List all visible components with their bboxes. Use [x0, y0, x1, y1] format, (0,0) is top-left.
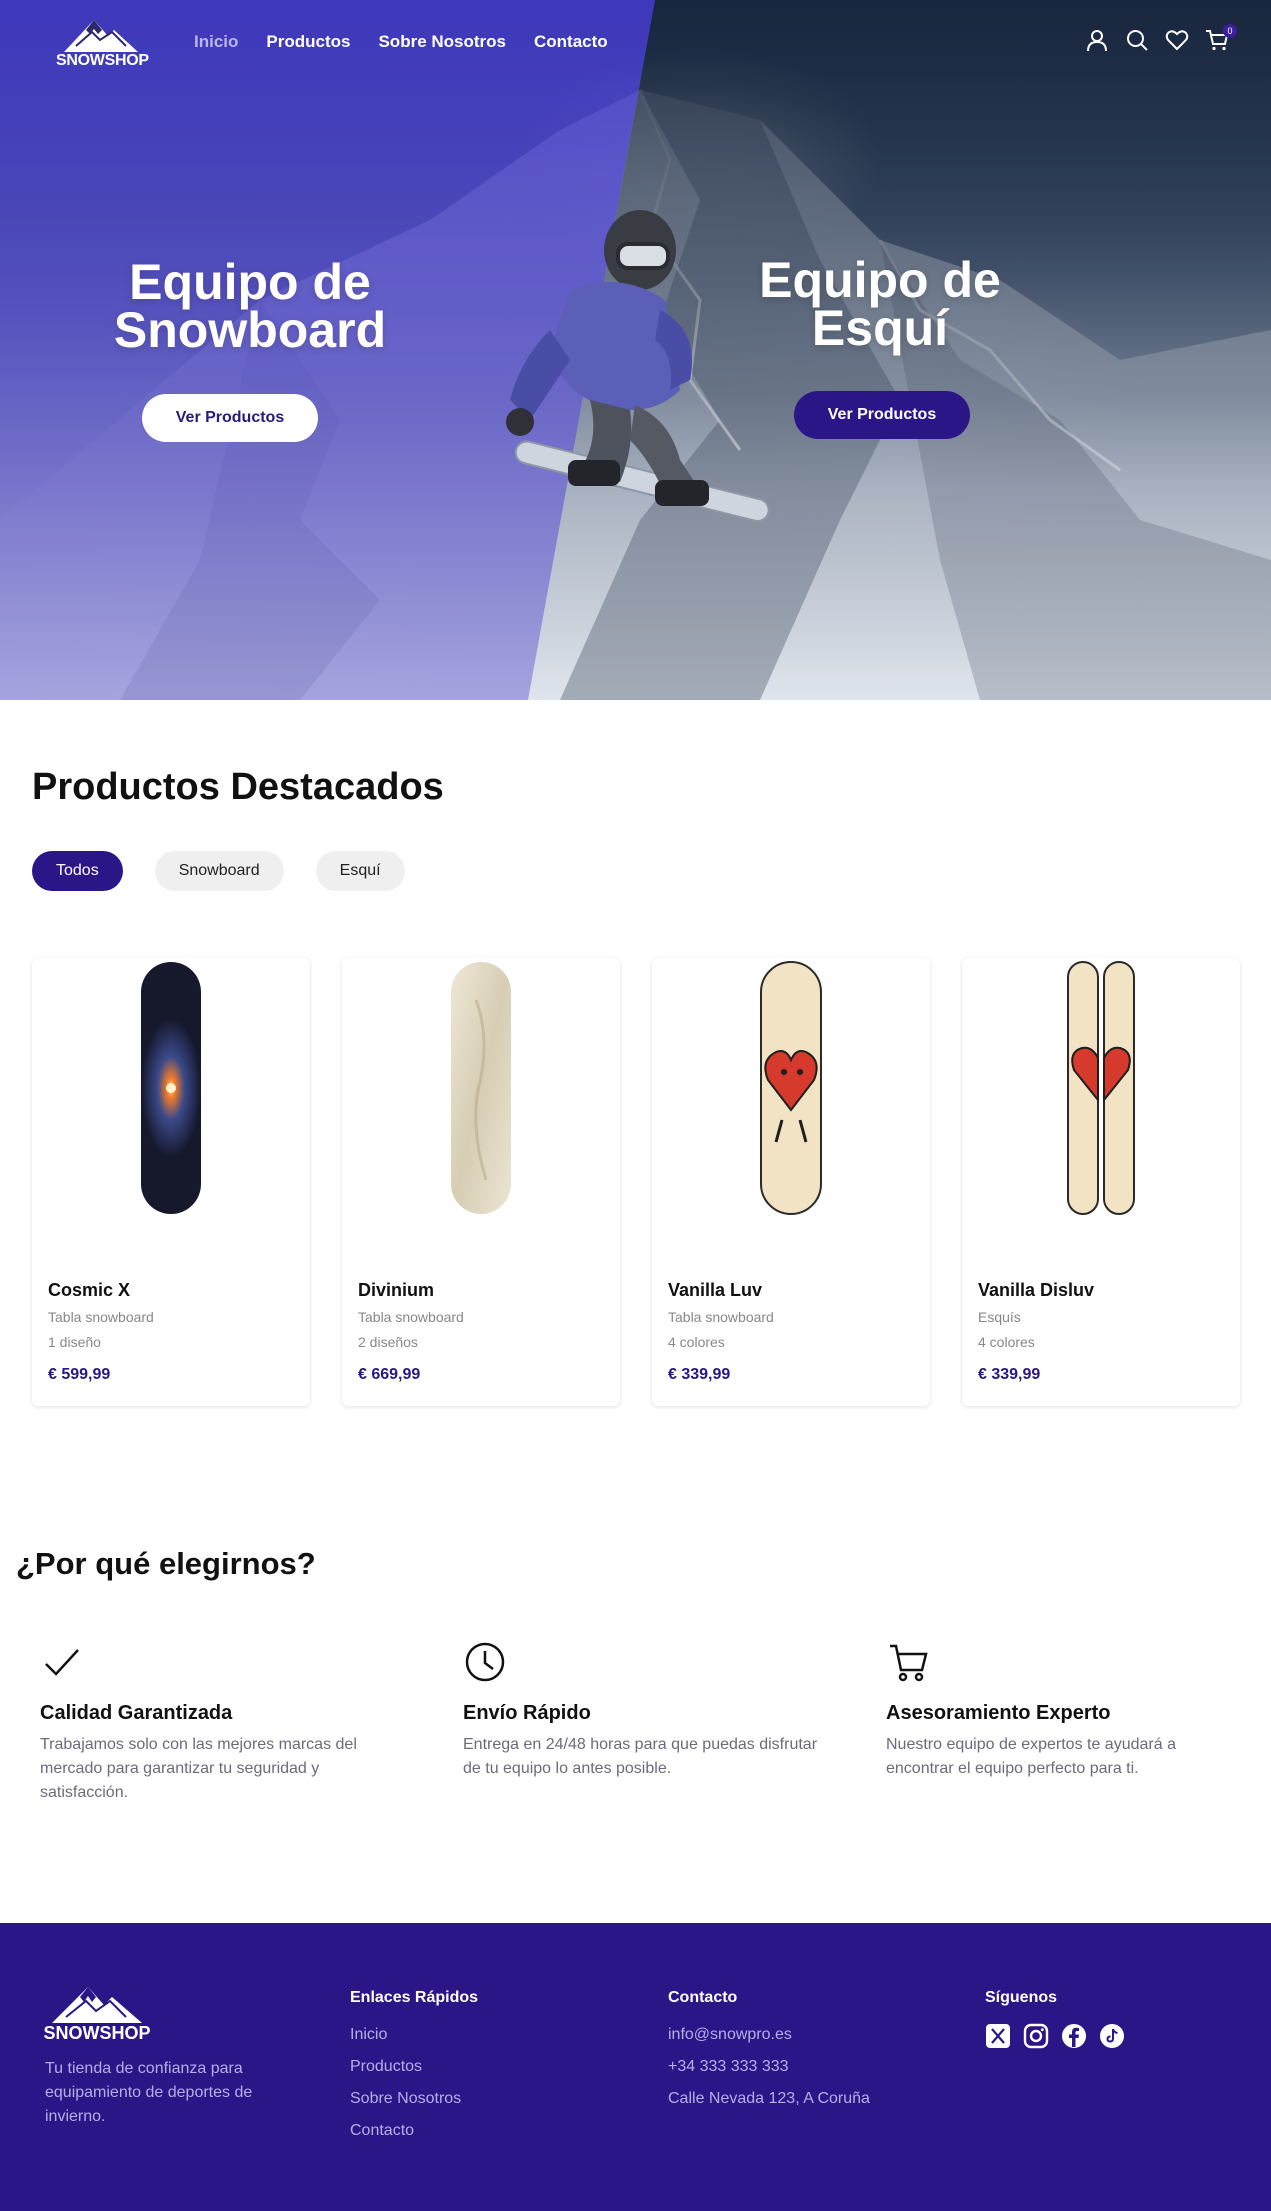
product-card[interactable]: Divinium Tabla snowboard 2 diseños € 669…: [342, 958, 620, 1406]
product-filters: Todos Snowboard Esquí: [32, 851, 405, 891]
social-links: [985, 2023, 1125, 2049]
product-variants: 2 diseños: [358, 1334, 418, 1350]
view-ski-products-button[interactable]: Ver Productos: [794, 391, 970, 439]
product-variants: 4 colores: [978, 1334, 1035, 1350]
product-category: Tabla snowboard: [48, 1309, 154, 1325]
tiktok-icon[interactable]: [1099, 2023, 1125, 2049]
nav-link-sobre-nosotros[interactable]: Sobre Nosotros: [378, 32, 506, 52]
feature-title: Calidad Garantizada: [40, 1702, 233, 1724]
vanilla-disluv-skis-image: [1067, 961, 1135, 1215]
cart-button[interactable]: 0: [1205, 24, 1237, 52]
footer-link-inicio[interactable]: Inicio: [350, 2023, 478, 2046]
product-name: Divinium: [358, 1280, 435, 1300]
product-image: [32, 958, 310, 1218]
nav-link-productos[interactable]: Productos: [266, 32, 350, 52]
nav-link-contacto[interactable]: Contacto: [534, 32, 608, 52]
footer-social-title: Síguenos: [985, 1989, 1058, 2006]
hero-title-snowboard-line2: Snowboard: [113, 302, 387, 358]
brand-logo[interactable]: SNOWSHOP: [56, 16, 149, 72]
mountain-logo-icon: [64, 20, 138, 52]
feature-title: Envío Rápido: [463, 1702, 591, 1724]
search-icon[interactable]: [1125, 28, 1149, 52]
product-category: Tabla snowboard: [358, 1309, 464, 1325]
site-footer: SNOWSHOP Tu tienda de confianza para equ…: [0, 1923, 1271, 2211]
product-price: € 339,99: [668, 1366, 731, 1383]
footer-link-sobre-nosotros[interactable]: Sobre Nosotros: [350, 2087, 478, 2110]
footer-brand-name: SNOWSHOP: [43, 2023, 151, 2043]
feature-advice: Asesoramiento Experto Nuestro equipo de …: [886, 1640, 1246, 1781]
product-card[interactable]: Vanilla Luv Tabla snowboard 4 colores € …: [652, 958, 930, 1406]
divinium-snowboard-image: [451, 962, 511, 1214]
featured-products-title: Productos Destacados: [32, 766, 444, 808]
hero-title-ski: Equipo de Esquí: [720, 255, 1040, 353]
feature-quality: Calidad Garantizada Trabajamos solo con …: [40, 1640, 400, 1805]
product-card[interactable]: Cosmic X Tabla snowboard 1 diseño € 599,…: [32, 958, 310, 1406]
hero-title-snowboard: Equipo de Snowboard: [90, 257, 410, 355]
mountain-logo-icon: [52, 1987, 142, 2023]
filter-esqui[interactable]: Esquí: [315, 851, 405, 891]
nav-links: Inicio Productos Sobre Nosotros Contacto: [194, 32, 608, 52]
feature-text: Trabajamos solo con las mejores marcas d…: [40, 1736, 357, 1801]
product-variants: 1 diseño: [48, 1334, 101, 1350]
footer-quick-links: Enlaces Rápidos Inicio Productos Sobre N…: [350, 1989, 478, 2151]
product-price: € 339,99: [978, 1366, 1041, 1383]
snowboarder-illustration: [506, 210, 770, 523]
product-grid: Cosmic X Tabla snowboard 1 diseño € 599,…: [32, 958, 1240, 1406]
footer-logo[interactable]: SNOWSHOP: [42, 1983, 152, 2043]
footer-link-contacto[interactable]: Contacto: [350, 2119, 478, 2142]
clock-icon: [465, 1642, 505, 1682]
check-icon: [45, 1649, 79, 1676]
feature-title: Asesoramiento Experto: [886, 1702, 1111, 1724]
product-image: [342, 958, 620, 1218]
why-us-title: ¿Por qué elegirnos?: [16, 1546, 316, 1581]
user-icon[interactable]: [1085, 28, 1109, 52]
x-icon[interactable]: [985, 2023, 1011, 2049]
nav-icons: 0: [1085, 24, 1237, 52]
vanilla-luv-snowboard-image: [760, 961, 822, 1215]
footer-address: Calle Nevada 123, A Coruña: [668, 2090, 870, 2107]
product-image: [652, 958, 930, 1218]
view-snowboard-products-button[interactable]: Ver Productos: [142, 394, 318, 442]
footer-tagline: Tu tienda de confianza para equipamiento…: [45, 2060, 253, 2125]
hero-title-ski-line2: Esquí: [811, 300, 949, 356]
feature-shipping: Envío Rápido Entrega en 24/48 horas para…: [463, 1640, 823, 1781]
product-category: Esquís: [978, 1309, 1021, 1325]
cosmic-snowboard-image: [141, 962, 201, 1214]
footer-contact-title: Contacto: [668, 1989, 738, 2006]
footer-phone-link[interactable]: +34 333 333 333: [668, 2055, 870, 2078]
product-name: Vanilla Luv: [668, 1280, 763, 1300]
hero-banner: SNOWSHOP Inicio Productos Sobre Nosotros…: [0, 0, 1271, 700]
product-name: Vanilla Disluv: [978, 1280, 1095, 1300]
facebook-icon[interactable]: [1061, 2023, 1087, 2049]
brand-name: SNOWSHOP: [56, 52, 149, 69]
footer-quick-links-title: Enlaces Rápidos: [350, 1989, 479, 2006]
product-card[interactable]: Vanilla Disluv Esquís 4 colores € 339,99: [962, 958, 1240, 1406]
cart-count-badge: 0: [1223, 24, 1237, 38]
product-variants: 4 colores: [668, 1334, 725, 1350]
top-nav: SNOWSHOP Inicio Productos Sobre Nosotros…: [0, 0, 1271, 90]
filter-todos[interactable]: Todos: [32, 851, 123, 891]
feature-text: Entrega en 24/48 horas para que puedas d…: [463, 1736, 818, 1777]
feature-text: Nuestro equipo de expertos te ayudará a …: [886, 1736, 1176, 1777]
instagram-icon[interactable]: [1023, 2023, 1049, 2049]
nav-link-inicio[interactable]: Inicio: [194, 32, 238, 52]
heart-icon[interactable]: [1165, 28, 1189, 52]
cart-icon: [890, 1644, 928, 1682]
product-image: [962, 958, 1240, 1218]
product-price: € 669,99: [358, 1366, 421, 1383]
footer-link-productos[interactable]: Productos: [350, 2055, 478, 2078]
product-category: Tabla snowboard: [668, 1309, 774, 1325]
product-name: Cosmic X: [48, 1280, 131, 1300]
filter-snowboard[interactable]: Snowboard: [154, 851, 284, 891]
footer-email-link[interactable]: info@snowpro.es: [668, 2023, 870, 2046]
footer-contact: Contacto info@snowpro.es +34 333 333 333…: [668, 1989, 870, 2119]
footer-social: Síguenos: [985, 1989, 1125, 2049]
product-price: € 599,99: [48, 1366, 111, 1383]
